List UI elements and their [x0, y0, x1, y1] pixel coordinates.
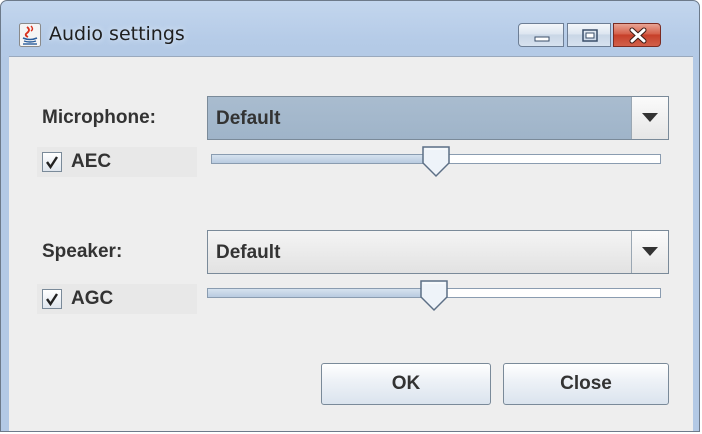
audio-settings-window: Audio settings Microphone: Default AEC S…	[0, 0, 700, 432]
speaker-dropdown-button[interactable]	[631, 231, 668, 273]
settings-panel: Microphone: Default AEC Speaker: Default…	[9, 56, 693, 431]
speaker-selected-value: Default	[216, 242, 281, 263]
ok-button-label: OK	[391, 373, 421, 394]
title-bar[interactable]: Audio settings	[1, 1, 699, 57]
aec-checkbox[interactable]	[42, 152, 62, 172]
window-title: Audio settings	[49, 23, 185, 45]
agc-label: AGC	[71, 288, 114, 309]
checkmark-icon	[46, 156, 59, 169]
close-icon	[629, 27, 647, 44]
microphone-volume-slider[interactable]	[211, 146, 661, 192]
microphone-label: Microphone:	[42, 107, 156, 128]
minimize-icon	[534, 36, 550, 42]
ok-button[interactable]: OK	[321, 363, 491, 405]
microphone-dropdown-button[interactable]	[631, 97, 668, 139]
minimize-button[interactable]	[518, 23, 564, 47]
microphone-selected-value: Default	[216, 108, 281, 129]
maximize-icon	[582, 29, 598, 42]
checkmark-icon	[46, 293, 59, 306]
aec-label: AEC	[71, 151, 112, 172]
slider-fill	[212, 155, 436, 163]
chevron-down-icon	[642, 247, 658, 256]
close-window-button[interactable]	[613, 23, 661, 47]
slider-fill	[208, 289, 434, 297]
maximize-button[interactable]	[567, 23, 611, 47]
close-button-label: Close	[560, 373, 612, 394]
slider-thumb[interactable]	[422, 146, 450, 178]
speaker-select[interactable]: Default	[207, 230, 669, 274]
chevron-down-icon	[642, 113, 658, 122]
agc-checkbox-row[interactable]: AGC	[37, 284, 197, 314]
speaker-volume-slider[interactable]	[207, 280, 661, 326]
aec-checkbox-row[interactable]: AEC	[37, 147, 197, 177]
java-app-icon	[19, 23, 41, 47]
agc-checkbox[interactable]	[42, 289, 62, 309]
close-button[interactable]: Close	[503, 363, 669, 405]
microphone-select[interactable]: Default	[207, 96, 669, 140]
slider-thumb[interactable]	[420, 280, 448, 312]
speaker-label: Speaker:	[42, 241, 123, 262]
